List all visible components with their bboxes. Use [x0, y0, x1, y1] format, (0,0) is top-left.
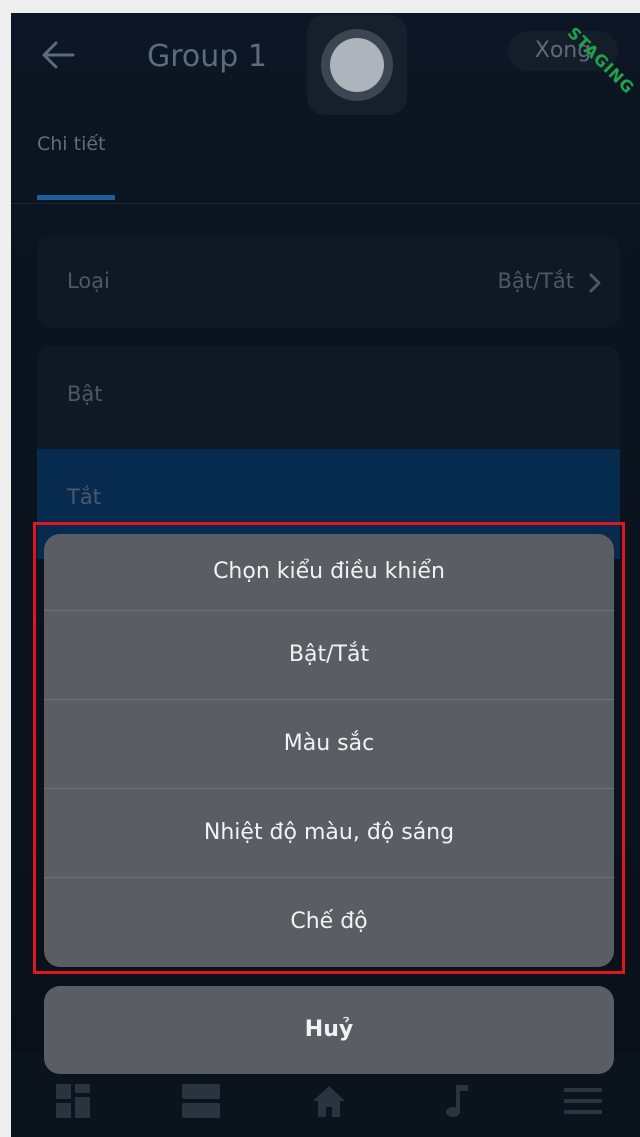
dashboard-icon[interactable]: [55, 1083, 91, 1119]
record-icon: [321, 29, 393, 101]
tab-divider: [11, 203, 640, 204]
music-icon[interactable]: [443, 1083, 471, 1119]
home-icon[interactable]: [311, 1083, 347, 1119]
option-color-temperature-brightness[interactable]: Nhiệt độ màu, độ sáng: [44, 789, 614, 878]
option-mode[interactable]: Chế độ: [44, 878, 614, 966]
type-value: Bật/Tắt: [497, 269, 574, 293]
tab-details[interactable]: Chi tiết: [37, 133, 106, 155]
off-label: Tắt: [67, 485, 101, 509]
on-label: Bật: [67, 382, 103, 406]
type-label: Loại: [67, 269, 110, 293]
rooms-icon[interactable]: [181, 1083, 221, 1119]
app-screen: Group 1 Xong STAGING Chi tiết Loại Bật/T…: [11, 13, 640, 1137]
cancel-button[interactable]: Huỷ: [44, 986, 614, 1074]
action-sheet-title: Chọn kiểu điều khiển: [44, 534, 614, 611]
option-color[interactable]: Màu sắc: [44, 700, 614, 789]
menu-icon[interactable]: [563, 1083, 603, 1119]
chevron-right-icon: [589, 273, 601, 293]
tab-active-indicator: [37, 195, 115, 200]
page-title: Group 1: [147, 39, 267, 74]
on-row[interactable]: Bật: [37, 346, 620, 466]
back-arrow-icon[interactable]: [41, 40, 75, 70]
control-type-action-sheet: Chọn kiểu điều khiển Bật/Tắt Màu sắc Nhi…: [44, 534, 614, 967]
floating-record-button[interactable]: [307, 15, 407, 115]
type-row[interactable]: Loại Bật/Tắt: [37, 236, 620, 328]
option-on-off[interactable]: Bật/Tắt: [44, 611, 614, 700]
